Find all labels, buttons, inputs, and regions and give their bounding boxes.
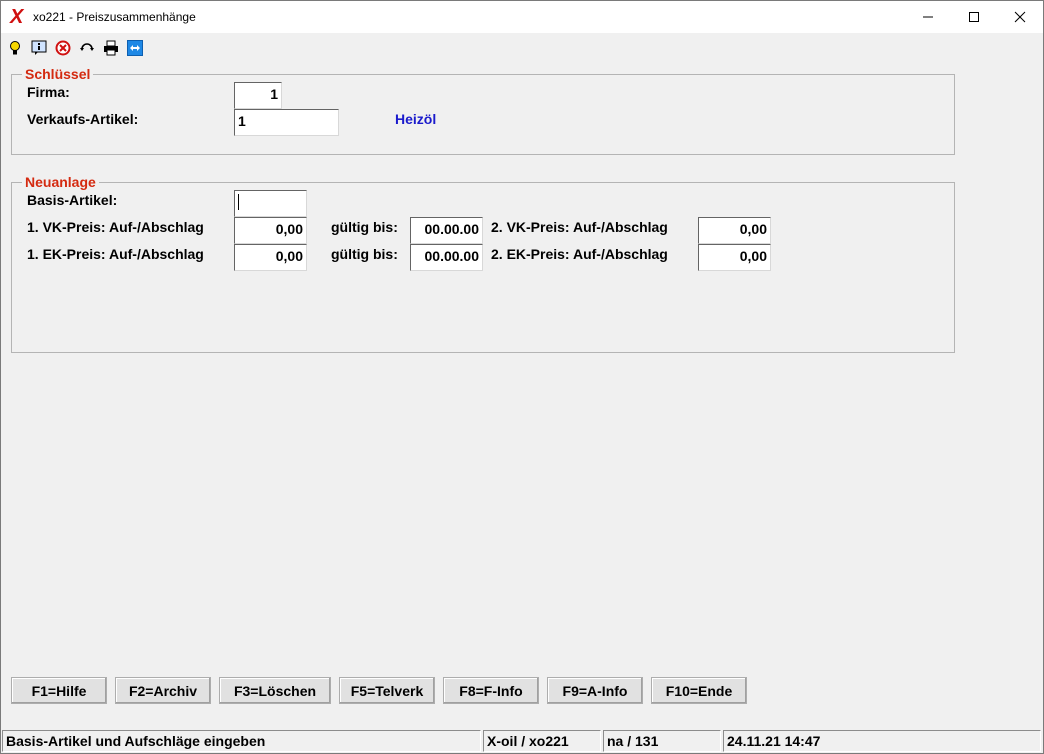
- toolbar: [1, 33, 1043, 61]
- f3-loeschen-button[interactable]: F3=Löschen: [219, 677, 331, 704]
- schluessel-group: Schlüssel: [11, 66, 955, 155]
- f2-archiv-button[interactable]: F2=Archiv: [115, 677, 211, 704]
- ek1-preis-field[interactable]: 0,00: [234, 244, 307, 271]
- verkaufs-artikel-label: Verkaufs-Artikel:: [27, 111, 139, 127]
- cancel-icon[interactable]: [54, 39, 72, 57]
- refresh-icon[interactable]: [78, 39, 96, 57]
- window-title: xo221 - Preiszusammenhänge: [33, 10, 196, 24]
- printer-icon[interactable]: [102, 39, 120, 57]
- vk2-preis-label: 2. VK-Preis: Auf-/Abschlag: [491, 219, 668, 235]
- lightbulb-icon[interactable]: [6, 39, 24, 57]
- status-user: na / 131: [603, 730, 721, 752]
- ek2-preis-label: 2. EK-Preis: Auf-/Abschlag: [491, 246, 668, 262]
- vk1-preis-label: 1. VK-Preis: Auf-/Abschlag: [27, 219, 204, 235]
- text-cursor: [238, 194, 239, 211]
- title-bar[interactable]: X xo221 - Preiszusammenhänge: [1, 1, 1043, 33]
- vk-gueltig-field[interactable]: 00.00.00: [410, 217, 483, 244]
- teamviewer-icon[interactable]: [126, 39, 144, 57]
- firma-field[interactable]: 1: [234, 82, 282, 109]
- f5-telverk-button[interactable]: F5=Telverk: [339, 677, 435, 704]
- basis-artikel-field[interactable]: [234, 190, 307, 217]
- maximize-icon: [969, 12, 979, 22]
- ek2-preis-field[interactable]: 0,00: [698, 244, 771, 271]
- app-logo-icon: X: [10, 6, 24, 28]
- f9-a-info-button[interactable]: F9=A-Info: [547, 677, 643, 704]
- vk-gueltig-label: gültig bis:: [331, 219, 398, 235]
- ek-gueltig-field[interactable]: 00.00.00: [410, 244, 483, 271]
- status-system: X-oil / xo221: [483, 730, 601, 752]
- neuanlage-group-title: Neuanlage: [22, 174, 99, 190]
- f10-ende-button[interactable]: F10=Ende: [651, 677, 747, 704]
- minimize-button[interactable]: [905, 1, 951, 33]
- info-icon[interactable]: [30, 39, 48, 57]
- close-icon: [1014, 11, 1026, 23]
- vk2-preis-field[interactable]: 0,00: [698, 217, 771, 244]
- basis-artikel-label: Basis-Artikel:: [27, 192, 118, 208]
- ek-gueltig-label: gültig bis:: [331, 246, 398, 262]
- minimize-icon: [923, 16, 933, 18]
- maximize-button[interactable]: [951, 1, 997, 33]
- ek1-preis-label: 1. EK-Preis: Auf-/Abschlag: [27, 246, 204, 262]
- f8-f-info-button[interactable]: F8=F-Info: [443, 677, 539, 704]
- application-window: X xo221 - Preiszusammenhänge Schlüssel F…: [0, 0, 1044, 754]
- schluessel-group-title: Schlüssel: [22, 66, 94, 82]
- vk1-preis-field[interactable]: 0,00: [234, 217, 307, 244]
- close-button[interactable]: [997, 1, 1043, 33]
- article-name-text: Heizöl: [395, 111, 437, 127]
- status-datetime: 24.11.21 14:47: [723, 730, 1041, 752]
- status-bar: Basis-Artikel und Aufschläge eingeben X-…: [1, 729, 1043, 753]
- status-message: Basis-Artikel und Aufschläge eingeben: [2, 730, 481, 752]
- firma-label: Firma:: [27, 84, 70, 100]
- neuanlage-group: Neuanlage: [11, 174, 955, 353]
- verkaufs-artikel-field[interactable]: 1: [234, 109, 339, 136]
- f1-hilfe-button[interactable]: F1=Hilfe: [11, 677, 107, 704]
